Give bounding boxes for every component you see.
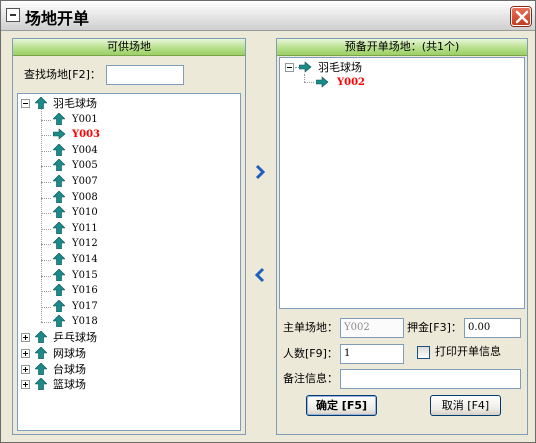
add-venue-button[interactable] <box>252 164 268 180</box>
tree-group-billiards[interactable]: 台球场 <box>53 362 86 377</box>
tree-item[interactable]: Y018 <box>72 314 98 329</box>
collapse-toggle[interactable] <box>285 63 294 72</box>
deposit-field[interactable]: 0.00 <box>464 318 521 338</box>
tree-item[interactable]: Y010 <box>72 205 98 220</box>
arrow-right-icon <box>298 61 312 73</box>
print-checkbox[interactable] <box>417 346 430 359</box>
confirm-button[interactable]: 确定 [F5] <box>306 395 377 416</box>
arrow-up-icon <box>52 283 66 297</box>
expand-toggle[interactable] <box>21 348 30 358</box>
dialog-window: 场地开单 可供场地 查找场地[F2]： 羽毛球场 Y001 Y003 Y004 Y005… <box>0 0 536 443</box>
arrow-up-icon <box>52 143 66 157</box>
tree-item[interactable]: Y004 <box>72 143 98 158</box>
tree-item[interactable]: Y017 <box>72 299 98 314</box>
arrow-up-icon <box>52 299 66 313</box>
collapse-toggle[interactable] <box>21 99 30 108</box>
window-title: 场地开单 <box>25 9 90 28</box>
arrow-up-icon <box>52 221 66 235</box>
pending-venues-header: 预备开单场地：(共1个) <box>277 39 527 56</box>
tree-group-pingpong[interactable]: 乒乓球场 <box>53 330 97 345</box>
tree-item[interactable]: Y008 <box>72 190 98 205</box>
search-label: 查找场地[F2]： <box>24 68 101 81</box>
arrow-up-icon <box>34 362 48 375</box>
search-input[interactable] <box>106 65 184 85</box>
remove-venue-button[interactable] <box>252 267 268 283</box>
remark-field[interactable] <box>340 369 521 389</box>
arrow-up-icon <box>52 158 66 172</box>
arrow-up-icon <box>52 268 66 281</box>
arrow-up-icon <box>34 330 48 344</box>
arrow-up-icon <box>34 96 48 110</box>
title-bar: 场地开单 <box>1 1 535 31</box>
arrow-up-icon <box>34 377 48 391</box>
tree-item[interactable]: Y016 <box>72 283 98 298</box>
arrow-up-icon <box>52 205 66 219</box>
main-venue-field: Y002 <box>340 318 404 338</box>
available-venues-tree[interactable]: 羽毛球场 Y001 Y003 Y004 Y005 Y007 Y008 Y010 Y011 Y012… <box>17 93 241 431</box>
people-field[interactable]: 1 <box>340 344 404 364</box>
chevron-right-icon <box>255 164 266 180</box>
tree-item[interactable]: Y007 <box>72 174 98 189</box>
tree-item[interactable]: Y011 <box>72 221 98 236</box>
arrow-up-icon <box>52 190 66 203</box>
cancel-button[interactable]: 取消 [F4] <box>430 395 501 416</box>
remark-label: 备注信息： <box>283 372 338 385</box>
arrow-up-icon <box>52 112 66 125</box>
chevron-left-icon <box>254 267 265 283</box>
tree-item[interactable]: Y005 <box>72 158 98 173</box>
available-venues-panel: 可供场地 查找场地[F2]： 羽毛球场 Y001 Y003 Y004 Y005 Y007 Y… <box>12 38 246 435</box>
pending-item[interactable]: Y002 <box>337 75 365 90</box>
expand-toggle[interactable] <box>21 380 30 390</box>
pending-venues-panel: 预备开单场地：(共1个) 羽毛球场 Y002 主单场地： Y002 押金[F3]… <box>276 38 528 435</box>
expand-toggle[interactable] <box>21 364 30 374</box>
print-label: 打印开单信息 <box>435 345 501 358</box>
tree-group-badminton[interactable]: 羽毛球场 <box>53 96 97 111</box>
available-venues-header: 可供场地 <box>13 39 245 56</box>
tree-item[interactable]: Y012 <box>72 236 98 251</box>
tree-group-basketball[interactable]: 篮球场 <box>53 377 86 392</box>
close-icon <box>515 10 529 24</box>
expand-toggle[interactable] <box>21 333 30 342</box>
arrow-up-icon <box>52 252 66 266</box>
tree-item[interactable]: Y003 <box>72 127 100 142</box>
pending-venues-tree[interactable]: 羽毛球场 Y002 <box>279 57 525 309</box>
people-label: 人数[F9]： <box>283 347 338 360</box>
window-menu-icon[interactable] <box>6 8 20 22</box>
tree-item[interactable]: Y014 <box>72 252 98 267</box>
tree-item[interactable]: Y015 <box>72 268 98 283</box>
arrow-right-icon <box>315 76 329 88</box>
arrow-up-icon <box>52 236 66 250</box>
pending-group-label: 羽毛球场 <box>318 61 362 74</box>
tree-item[interactable]: Y001 <box>72 112 98 127</box>
arrow-right-icon <box>52 128 66 140</box>
main-venue-label: 主单场地： <box>283 321 338 334</box>
tree-group-tennis[interactable]: 网球场 <box>53 346 86 361</box>
arrow-up-icon <box>34 346 48 360</box>
close-button[interactable] <box>511 7 531 26</box>
arrow-up-icon <box>52 314 66 328</box>
deposit-label: 押金[F3]： <box>407 321 462 334</box>
arrow-up-icon <box>52 174 66 188</box>
